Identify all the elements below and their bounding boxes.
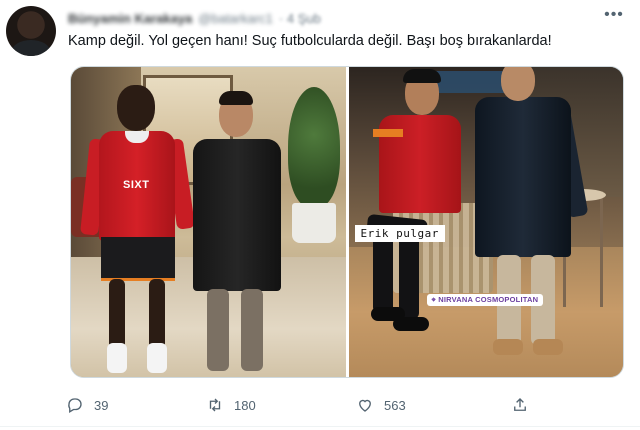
shoe — [492, 339, 523, 355]
shoe — [532, 339, 563, 355]
reply-icon — [68, 398, 82, 413]
heart-icon — [359, 399, 371, 412]
like-count: 563 — [384, 397, 406, 413]
shin — [398, 233, 419, 319]
leg — [149, 279, 165, 349]
retweet-count: 180 — [234, 397, 256, 413]
more-dots-icon[interactable]: ••• — [602, 6, 626, 24]
share-button[interactable] — [511, 394, 529, 416]
user-handle[interactable]: @batarkarc1 — [198, 11, 273, 26]
shoe — [392, 317, 429, 331]
black-coat — [193, 139, 281, 291]
location-sticker: ⌖ NIRVANA COSMOPOLITAN — [426, 294, 544, 306]
name-caption: Erik pulgar — [354, 225, 445, 242]
divider — [0, 426, 640, 427]
plant-pot — [291, 203, 336, 243]
avatar[interactable] — [6, 6, 56, 56]
share-icon — [514, 398, 526, 411]
hair — [402, 69, 441, 83]
lobby-plant — [287, 87, 340, 207]
jersey-sponsor: SIXT — [123, 179, 150, 191]
reply-count: 39 — [94, 397, 109, 413]
navy-coat — [474, 97, 571, 257]
action-bar: 39 180 563 — [66, 394, 546, 416]
shorts — [101, 237, 175, 281]
hair — [219, 91, 253, 105]
tweet-text: Kamp değil. Yol geçen hanı! Suç futbolcu… — [68, 33, 552, 49]
tweet-header: Bünyamin Karakaya @batarkarc1 · 4 Şub — [68, 9, 321, 27]
sock — [107, 343, 127, 373]
jersey-stripe — [372, 129, 403, 137]
photo-cafe[interactable]: Erik pulgar ⌖ NIRVANA COSMOPOLITAN — [348, 67, 623, 377]
like-button[interactable]: 563 — [356, 394, 406, 416]
leg — [207, 289, 229, 371]
tweet-time[interactable]: · 4 Şub — [279, 11, 321, 26]
tweet[interactable]: Bünyamin Karakaya @batarkarc1 · 4 Şub ••… — [0, 0, 640, 430]
avatar-shoulders — [12, 40, 50, 56]
head — [500, 67, 535, 101]
display-name[interactable]: Bünyamin Karakaya — [68, 11, 192, 26]
head — [117, 85, 155, 131]
sock — [147, 343, 167, 373]
leg — [109, 279, 125, 349]
retweet-button[interactable]: 180 — [206, 394, 256, 416]
retweet-icon — [209, 398, 221, 412]
media-grid: SIXT Erik pulgar ⌖ NIRVANA COSMOPOLITAN — [70, 66, 624, 378]
reply-button[interactable]: 39 — [66, 394, 108, 416]
shin — [372, 233, 393, 313]
leg — [241, 289, 263, 371]
photo-lobby[interactable]: SIXT — [71, 67, 346, 377]
